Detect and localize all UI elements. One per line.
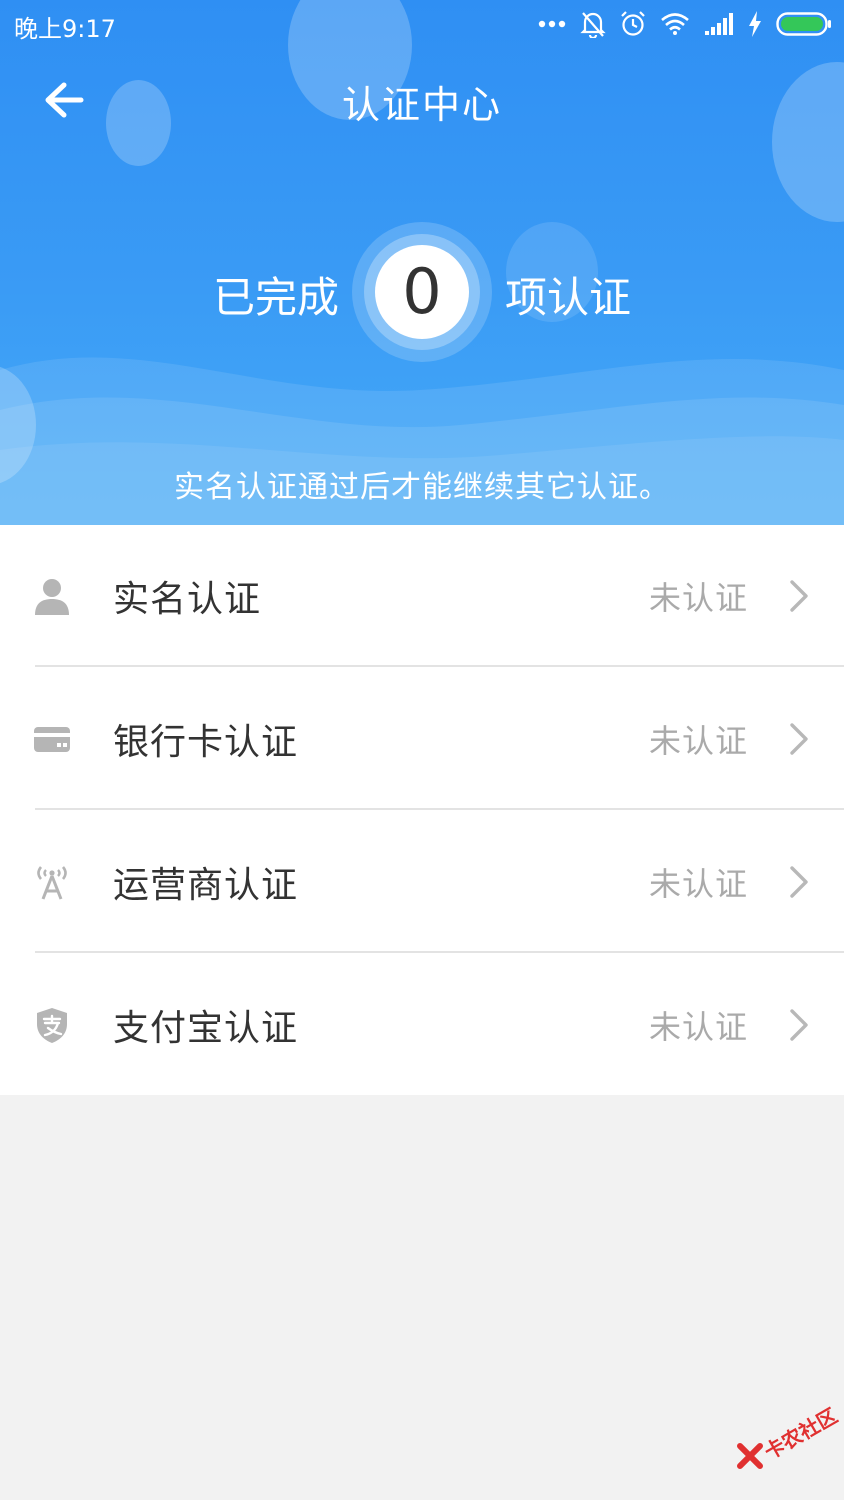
header-banner: 晚上9:17 认证中心 已完成 0 项认证 实名认证通过后才能继续其它认证。 — [0, 0, 844, 525]
item-status: 未认证 — [648, 722, 748, 760]
divider — [35, 951, 844, 953]
item-status: 未认证 — [648, 865, 748, 903]
bell-muted-icon — [580, 12, 606, 38]
status-icons — [538, 8, 832, 40]
page-title: 认证中心 — [341, 83, 502, 127]
item-label: 支付宝认证 — [113, 1008, 299, 1049]
item-status: 未认证 — [648, 1008, 748, 1046]
chevron-right-icon — [790, 1009, 808, 1041]
signal-icon — [705, 13, 733, 35]
chevron-right-icon — [790, 580, 808, 612]
verification-item-alipay[interactable]: 支付宝认证 未认证 — [0, 954, 844, 1096]
more-dots-icon — [538, 20, 566, 28]
divider — [35, 808, 844, 810]
alipay-shield-icon — [32, 1005, 72, 1045]
counter-suffix: 项认证 — [505, 273, 632, 322]
watermark: 卡农社区 — [736, 1403, 841, 1478]
verification-item-carrier[interactable]: 运营商认证 未认证 — [0, 811, 844, 953]
bank-card-icon — [32, 719, 72, 759]
verification-item-real-name[interactable]: 实名认证 未认证 — [0, 525, 844, 667]
watermark-text: 卡农社区 — [760, 1403, 842, 1465]
counter-prefix: 已完成 — [212, 273, 339, 322]
item-label: 运营商认证 — [113, 865, 299, 906]
divider — [35, 665, 844, 667]
verification-list: 实名认证 未认证 银行卡认证 未认证 运营商认证 未认证 支付宝认证 未认证 — [0, 525, 844, 1095]
alarm-icon — [621, 11, 645, 36]
item-label: 实名认证 — [113, 579, 262, 620]
counter-value: 0 — [375, 245, 469, 339]
watermark-logo-icon — [737, 1443, 763, 1469]
item-status: 未认证 — [648, 579, 748, 617]
battery-icon — [776, 12, 831, 36]
status-bar: 晚上9:17 — [0, 0, 844, 50]
verification-item-bank-card[interactable]: 银行卡认证 未认证 — [0, 668, 844, 810]
chevron-right-icon — [790, 723, 808, 755]
status-time: 晚上9:17 — [14, 15, 116, 43]
item-label: 银行卡认证 — [113, 722, 299, 763]
wifi-icon — [661, 13, 689, 35]
completion-counter: 已完成 0 项认证 — [0, 222, 844, 362]
person-icon — [32, 576, 72, 616]
counter-ring: 0 — [352, 222, 492, 362]
charging-icon — [749, 11, 761, 37]
verification-notice: 实名认证通过后才能继续其它认证。 — [174, 470, 670, 505]
chevron-right-icon — [790, 866, 808, 898]
signal-tower-icon — [32, 862, 72, 902]
